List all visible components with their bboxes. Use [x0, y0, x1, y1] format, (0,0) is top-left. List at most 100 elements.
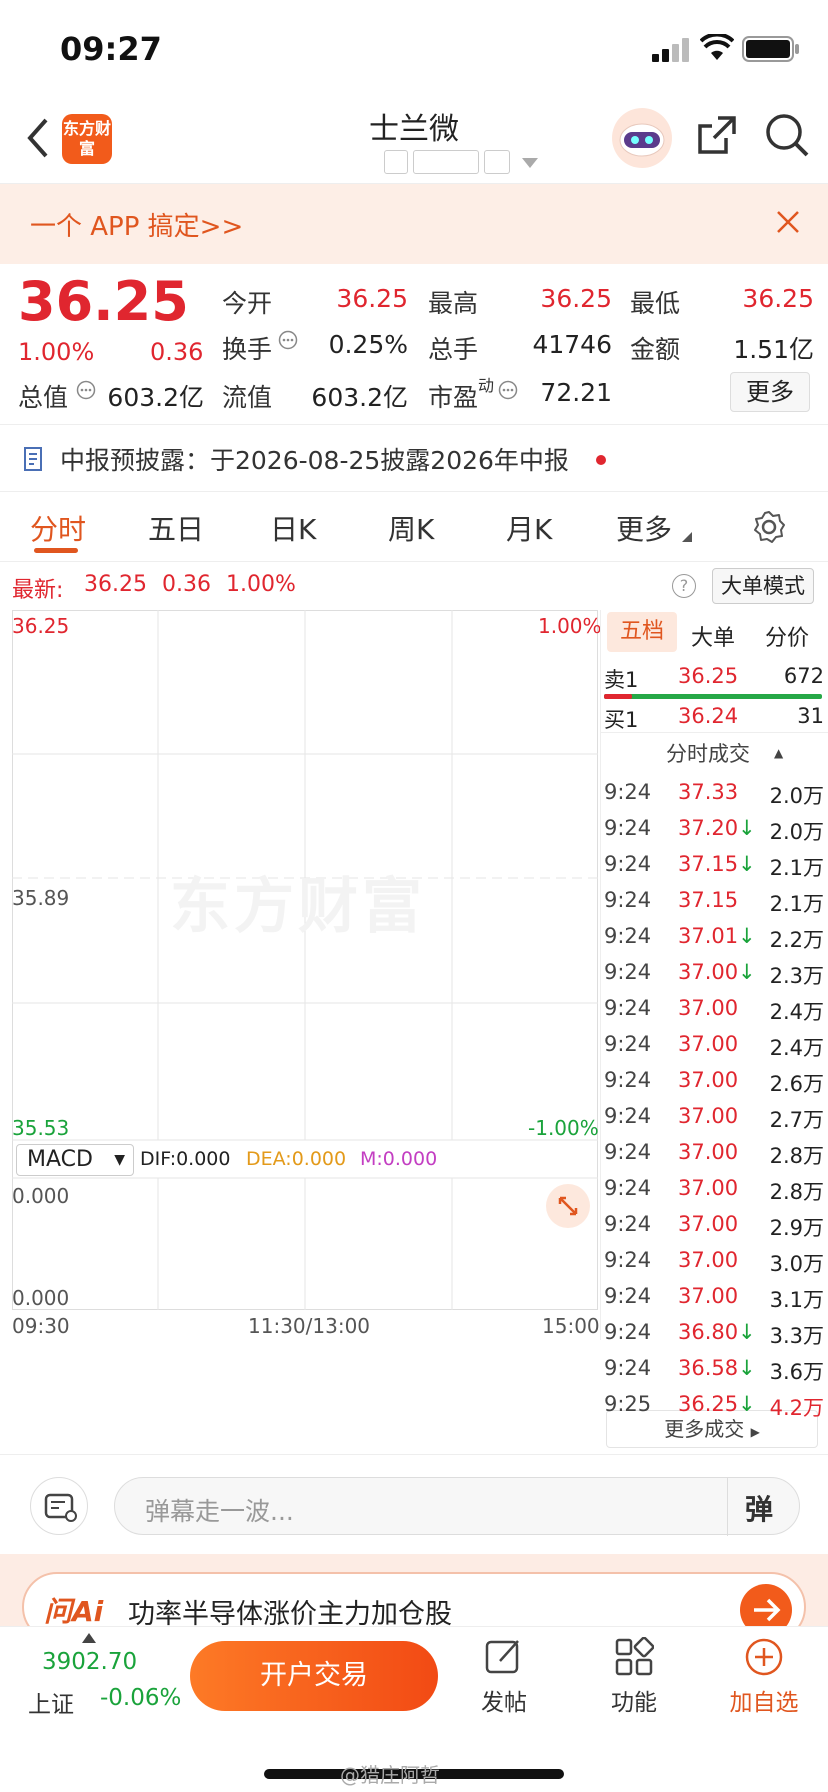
- pe-value: 72.21: [540, 378, 612, 407]
- price-chart-grid[interactable]: [12, 610, 598, 1310]
- volume-value: 41746: [532, 330, 612, 359]
- active-tab-indicator: [34, 548, 78, 553]
- index-pct[interactable]: -0.06%: [100, 1685, 181, 1711]
- open-account-trade-button[interactable]: 开户交易: [190, 1641, 438, 1711]
- tab-monthly-k[interactable]: 月K: [506, 508, 552, 548]
- earnings-notice[interactable]: 中报预披露：于2026-08-25披露2026年中报: [0, 424, 828, 492]
- expand-icon[interactable]: [546, 1184, 590, 1228]
- big-order-mode-button[interactable]: 大单模式: [712, 568, 814, 604]
- info-dots-icon[interactable]: [76, 380, 96, 400]
- comment-bar: 弹幕走一波... 弹: [0, 1454, 828, 1554]
- buy-price: 36.24: [678, 704, 739, 728]
- time-start-label: 09:30: [12, 1314, 70, 1338]
- trade-row: 9:24 37.00 2.7万: [604, 1098, 824, 1134]
- tab-five-day[interactable]: 五日: [148, 508, 204, 548]
- trade-volume: 2.0万: [769, 820, 824, 844]
- robot-assistant-icon[interactable]: [612, 108, 672, 168]
- trade-volume: 2.7万: [769, 1108, 824, 1132]
- gear-icon[interactable]: [752, 510, 786, 544]
- tab-more[interactable]: 更多: [616, 508, 672, 548]
- trade-price: 37.00: [678, 960, 739, 984]
- status-time: 09:27: [60, 30, 162, 68]
- info-dots-icon[interactable]: [498, 380, 518, 400]
- trade-time: 9:24: [604, 1320, 652, 1344]
- trade-price: 37.00: [678, 1248, 739, 1272]
- dif-value: DIF:0.000: [140, 1148, 231, 1170]
- down-arrow-icon: ↓: [738, 960, 756, 984]
- stock-header: 东方财富 士兰微: [0, 96, 828, 184]
- more-button[interactable]: 更多: [730, 372, 810, 412]
- trade-volume: 2.8万: [769, 1144, 824, 1168]
- corner-caret-icon: [682, 532, 692, 542]
- trade-row: 9:24 37.15 2.1万: [604, 882, 824, 918]
- volume-label: 总手: [428, 335, 479, 364]
- sell-volume: 672: [783, 664, 824, 688]
- tab-daily-k[interactable]: 日K: [270, 508, 316, 548]
- trade-price: 36.25: [678, 1392, 739, 1416]
- trade-time: 9:24: [604, 924, 652, 948]
- help-icon[interactable]: ?: [672, 574, 696, 598]
- dea-value: DEA:0.000: [246, 1148, 347, 1170]
- tab-five-levels[interactable]: 五档: [607, 612, 677, 652]
- trade-row: 9:24 37.00 2.6万: [604, 1062, 824, 1098]
- weibo-watermark: @猎庄阿哲: [340, 1763, 440, 1787]
- wifi-icon: [700, 34, 734, 60]
- trade-time: 9:24: [604, 852, 652, 876]
- bottom-nav: 3902.70 上证 -0.06% 开户交易 发帖 功能 加自选 @猎庄阿哲: [0, 1626, 828, 1792]
- total-value: 603.2亿: [107, 383, 204, 412]
- trade-row: 9:24 37.15 ↓ 2.1万: [604, 846, 824, 882]
- trade-volume: 2.3万: [769, 964, 824, 988]
- caret-down-icon[interactable]: [522, 158, 538, 168]
- notice-text: 中报预披露：于2026-08-25披露2026年中报: [60, 446, 569, 475]
- trade-volume: 3.1万: [769, 1288, 824, 1312]
- trade-row: 9:24 37.00 3.1万: [604, 1278, 824, 1314]
- sell-price: 36.25: [678, 664, 739, 688]
- quote-panel: 36.25 1.00% 0.36 总值 603.2亿 今开 36.25 最高 3…: [0, 264, 828, 424]
- high-value: 36.25: [540, 284, 612, 313]
- close-icon[interactable]: [776, 210, 800, 234]
- add-watchlist-button[interactable]: 加自选: [724, 1637, 804, 1717]
- trade-volume: 2.1万: [769, 892, 824, 916]
- trade-time: 9:24: [604, 1140, 652, 1164]
- pe-dynamic-tag: 动: [478, 376, 495, 395]
- functions-button[interactable]: 功能: [604, 1636, 664, 1717]
- post-button[interactable]: 发帖: [474, 1637, 534, 1717]
- search-icon[interactable]: [764, 112, 810, 158]
- trade-volume: 3.3万: [769, 1324, 824, 1348]
- amount-label: 金额: [630, 335, 681, 364]
- trade-volume: 2.6万: [769, 1072, 824, 1096]
- comment-input[interactable]: 弹幕走一波... 弹: [114, 1477, 800, 1536]
- trade-row: 9:24 37.00 2.8万: [604, 1134, 824, 1170]
- share-icon[interactable]: [696, 114, 738, 156]
- trade-row: 9:24 37.33 2.0万: [604, 774, 824, 810]
- buy-volume: 31: [797, 704, 824, 728]
- info-dots-icon[interactable]: [278, 330, 298, 350]
- tab-price-distribution[interactable]: 分价: [765, 620, 809, 652]
- trade-volume: 3.0万: [769, 1252, 824, 1276]
- trade-time: 9:24: [604, 1176, 652, 1200]
- chart-tabs: 分时 五日 日K 周K 月K 更多: [0, 492, 828, 562]
- trade-row: 9:24 36.80 ↓ 3.3万: [604, 1314, 824, 1350]
- trades-header[interactable]: 分时成交: [666, 738, 750, 768]
- promo-banner[interactable]: 一个 APP 搞定>>: [0, 184, 828, 264]
- float-value-label: 流值: [222, 383, 273, 412]
- tab-big-orders[interactable]: 大单: [691, 620, 735, 652]
- signal-icon: [652, 38, 689, 62]
- market-tag: [413, 150, 479, 174]
- tab-intraday[interactable]: 分时: [30, 508, 86, 548]
- trade-volume: 2.4万: [769, 1036, 824, 1060]
- down-arrow-icon: ↓: [738, 1392, 756, 1416]
- index-value[interactable]: 3902.70: [42, 1649, 137, 1675]
- danmu-toggle-icon[interactable]: 弹: [745, 1488, 773, 1528]
- index-name[interactable]: 上证: [28, 1685, 74, 1719]
- ai-brand-logo: 问Ai: [44, 1595, 104, 1628]
- message-settings-icon[interactable]: [30, 1477, 88, 1535]
- total-value-label: 总值: [18, 383, 69, 412]
- post-label: 发帖: [481, 1690, 527, 1716]
- trade-price: 36.58: [678, 1356, 739, 1380]
- trade-price: 37.00: [678, 1104, 739, 1128]
- trade-price: 37.00: [678, 1212, 739, 1236]
- tab-weekly-k[interactable]: 周K: [388, 508, 434, 548]
- trade-row: 9:24 37.00 2.8万: [604, 1170, 824, 1206]
- indicator-select[interactable]: MACD ▼: [16, 1144, 134, 1176]
